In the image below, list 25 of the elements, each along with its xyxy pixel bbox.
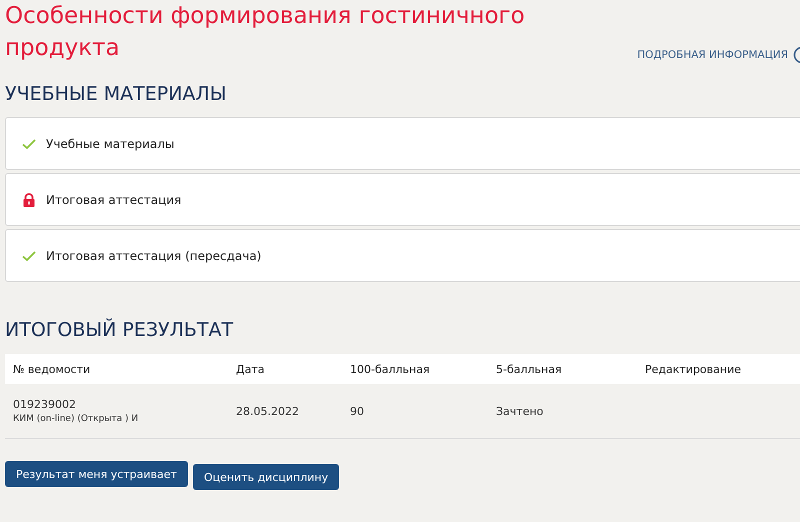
card-label: Итоговая аттестация (пересдача) — [46, 248, 262, 262]
table-cell-text: 90 — [350, 404, 365, 418]
column-header: 100-балльная — [350, 362, 431, 376]
table-cell-text: Зачтено — [496, 404, 544, 418]
material-card[interactable]: Итоговая аттестация (пересдача) — [5, 229, 800, 282]
table-cell-text: КИМ (on-line) (Открыта ) И — [13, 414, 140, 424]
section-heading: ИТОГОВЫЙ РЕЗУЛЬТАТ — [5, 318, 234, 342]
card-label: Итоговая аттестация — [46, 192, 182, 206]
table-cell-text: 28.05.2022 — [236, 404, 300, 418]
column-header: Редактирование — [645, 362, 741, 376]
action-button[interactable]: Оценить дисциплину — [192, 464, 340, 490]
material-card[interactable]: Итоговая аттестация — [5, 173, 800, 226]
lock-icon — [22, 192, 36, 206]
material-card[interactable]: Учебные материалы — [5, 117, 800, 170]
checkmark-icon — [22, 138, 36, 150]
section-heading: УЧЕБНЫЕ МАТЕРИАЛЫ — [5, 82, 228, 106]
checkmark-icon — [22, 250, 36, 262]
card-label: Учебные материалы — [46, 136, 174, 150]
column-header: 5-балльная — [496, 362, 563, 376]
table-cell-text: 019239002 — [13, 398, 77, 411]
action-button[interactable]: Результат меня устраивает — [5, 461, 188, 487]
column-header: Дата — [236, 362, 266, 376]
info-link[interactable]: ПОДРОБНАЯ ИНФОРМАЦИЯ — [637, 49, 788, 61]
column-header: № ведомости — [12, 362, 92, 376]
page-title: Особенности формирования гостиничного продукта — [5, 2, 526, 63]
